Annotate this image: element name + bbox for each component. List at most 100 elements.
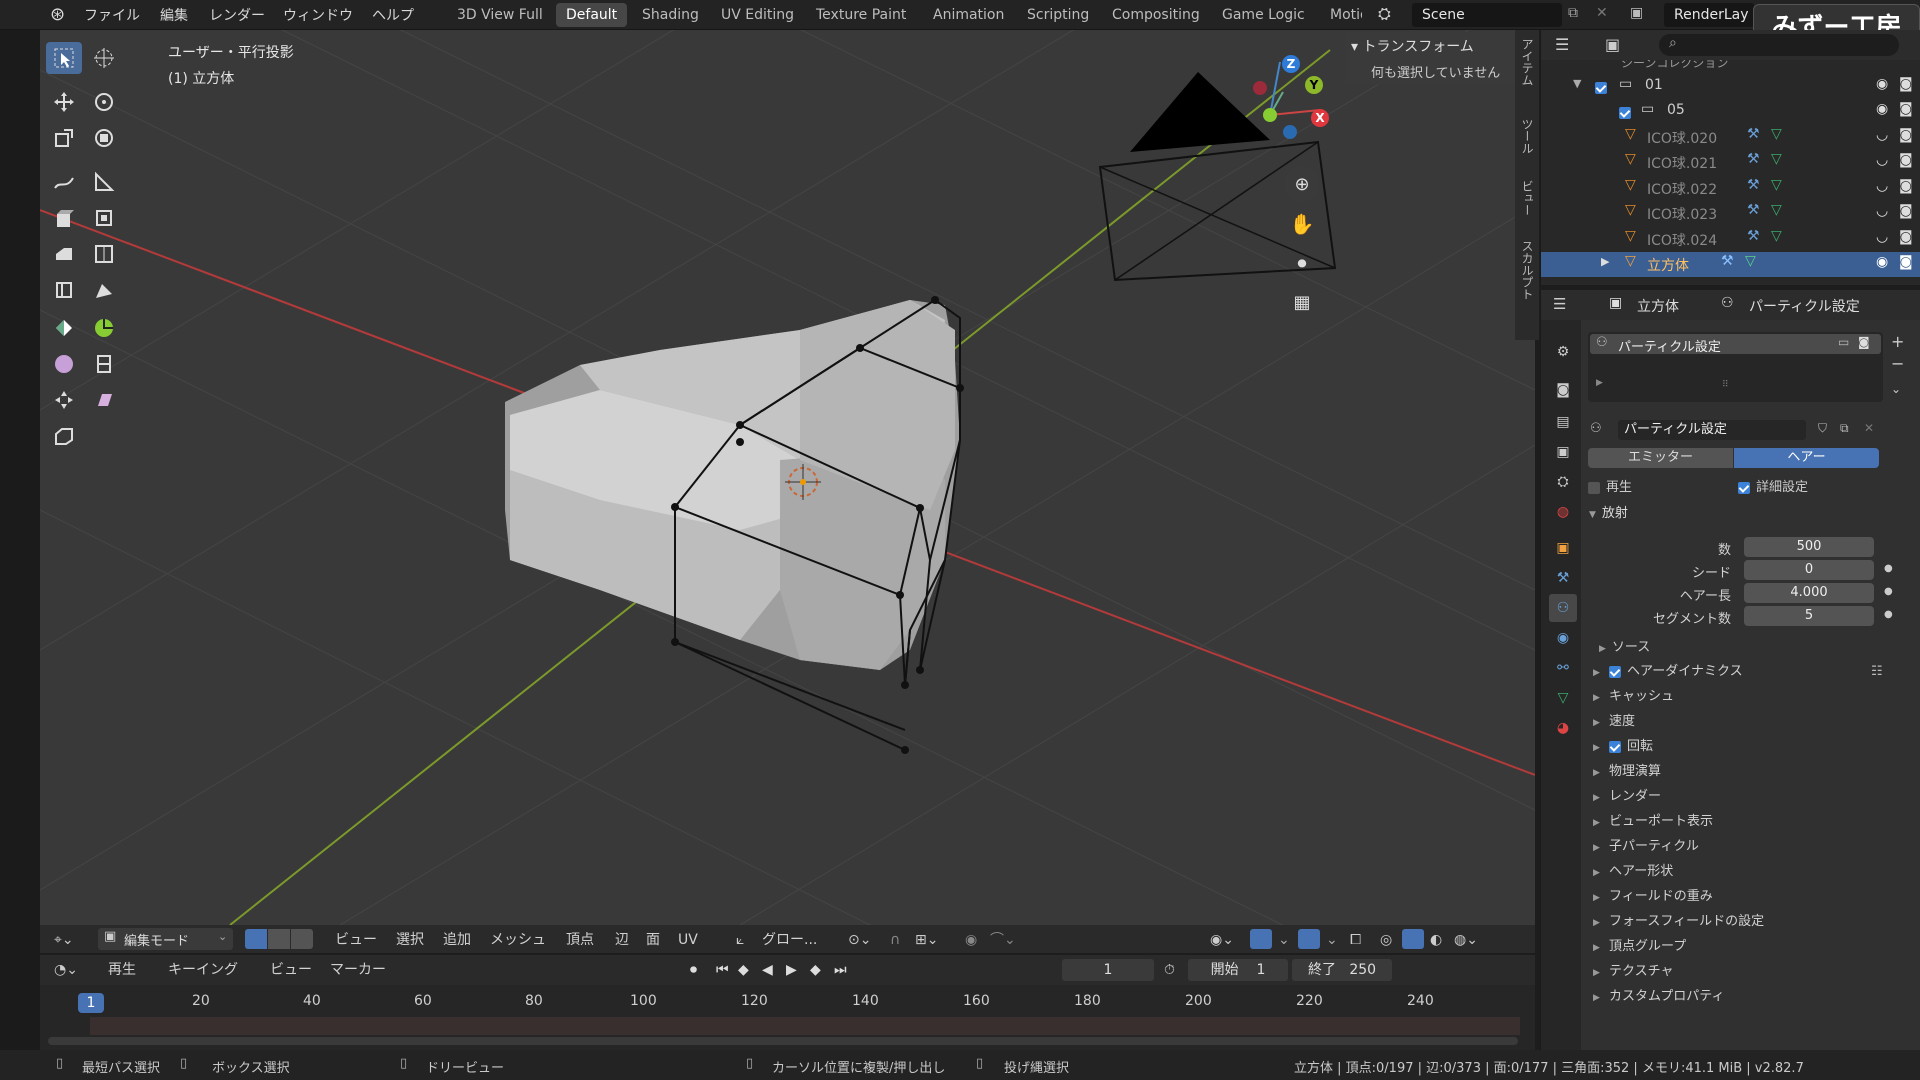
scene-selector[interactable]: Scene: [1412, 3, 1562, 27]
section-textures[interactable]: ▶ テクスチャ: [1581, 960, 1920, 984]
sidebar-tab-sculpt[interactable]: スカルプト: [1518, 240, 1536, 300]
source-subpanel-header[interactable]: ▶ ソース: [1599, 636, 1650, 655]
playhead-frame-badge[interactable]: 1: [78, 993, 104, 1013]
chevron-down-icon[interactable]: ⌄: [1278, 929, 1290, 951]
measure-tool-icon[interactable]: [86, 166, 122, 198]
outliner-row-mesh[interactable]: ▽ ICO球.022 ⚒ ▽ ◡ ◙: [1541, 176, 1920, 201]
modifier-wrench-icon[interactable]: ⚒: [1747, 151, 1760, 167]
3d-viewport[interactable]: ユーザー・平行投影 (1) 立方体 ▾ トランスフォーム 何も選択していません …: [40, 30, 1535, 925]
loop-cut-icon[interactable]: [46, 274, 82, 306]
render-camera-icon[interactable]: ◙: [1899, 229, 1913, 245]
workspace-tab-animation[interactable]: Animation: [923, 3, 1014, 27]
section-children[interactable]: ▶ 子パーティクル: [1581, 835, 1920, 859]
unlink-icon[interactable]: ✕: [1864, 421, 1874, 435]
edge-select-mode-icon[interactable]: [268, 929, 290, 949]
particles-tab-icon[interactable]: ⚇: [1549, 594, 1577, 622]
menu-add[interactable]: 追加: [443, 929, 471, 951]
gizmo-toggle-icon[interactable]: [1250, 929, 1272, 949]
workspace-tab-uv-editing[interactable]: UV Editing: [711, 3, 804, 27]
particle-slot-item[interactable]: ⚇ パーティクル設定 ▭ ◙: [1590, 334, 1881, 355]
spin-tool-icon[interactable]: [86, 312, 122, 344]
edge-slide-icon[interactable]: [86, 348, 122, 380]
menu-select[interactable]: 選択: [396, 929, 424, 951]
solid-shading-icon[interactable]: [1402, 929, 1424, 949]
add-cube-icon[interactable]: [46, 202, 82, 234]
render-camera-icon[interactable]: ◙: [1899, 152, 1913, 168]
animate-dot-icon[interactable]: ●: [1884, 586, 1893, 597]
menu-view[interactable]: ビュー: [335, 929, 377, 951]
hidden-eye-icon[interactable]: ◡: [1876, 203, 1888, 219]
section-cache[interactable]: ▶ キャッシュ: [1581, 685, 1920, 709]
workspace-tab-game-logic[interactable]: Game Logic: [1212, 3, 1315, 27]
physics-tab-icon[interactable]: ◉: [1549, 624, 1577, 652]
ortho-grid-icon[interactable]: ▦: [1284, 284, 1320, 320]
menu-keying[interactable]: キーイング: [168, 959, 238, 981]
count-field[interactable]: 500: [1744, 537, 1874, 557]
section-velocity[interactable]: ▶ 速度: [1581, 710, 1920, 734]
chevron-down-icon[interactable]: ⌄: [1326, 929, 1338, 951]
particle-datablock-selector[interactable]: ⚇ パーティクル設定 ⛉ ⧉ ✕: [1588, 420, 1913, 440]
modifier-tab-icon[interactable]: ⚒: [1549, 564, 1577, 592]
view-layer-selector[interactable]: RenderLay: [1664, 3, 1754, 27]
x-axis-handle[interactable]: X: [1311, 109, 1329, 127]
particle-datablock-name-field[interactable]: パーティクル設定: [1618, 420, 1806, 440]
modifier-wrench-icon[interactable]: ⚒: [1747, 202, 1760, 218]
bevel-icon[interactable]: [86, 238, 122, 270]
preview-range-clock-icon[interactable]: ⏱: [1164, 959, 1175, 981]
section-force-field-settings[interactable]: ▶ フォースフィールドの設定: [1581, 910, 1920, 934]
section-render[interactable]: ▶ レンダー: [1581, 785, 1920, 809]
breadcrumb-object[interactable]: 立方体: [1637, 296, 1679, 316]
view-layer-icon[interactable]: ▣: [1630, 5, 1643, 21]
render-camera-icon[interactable]: ◙: [1899, 254, 1913, 270]
view-layer-tab-icon[interactable]: ▣: [1549, 438, 1577, 466]
presets-list-icon[interactable]: ☷: [1871, 660, 1883, 684]
wireframe-shading-icon[interactable]: ◎: [1380, 929, 1392, 951]
section-field-weights[interactable]: ▶ フィールドの重み: [1581, 885, 1920, 909]
section-custom-properties[interactable]: ▶ カスタムプロパティ: [1581, 985, 1920, 1009]
timeline-editor-icon[interactable]: ◔⌄: [54, 959, 78, 981]
outliner-row-collection-01[interactable]: ▼ ▭ 01 ◉ ◙: [1541, 74, 1920, 99]
outliner-row-mesh[interactable]: ▽ ICO球.020 ⚒ ▽ ◡ ◙: [1541, 125, 1920, 150]
render-camera-icon[interactable]: ◙: [1899, 203, 1913, 219]
outliner-search-input[interactable]: ⌕: [1659, 34, 1899, 56]
type-emitter-button[interactable]: エミッター: [1588, 448, 1733, 468]
start-frame-field[interactable]: 開始 1: [1188, 959, 1288, 981]
menu-mesh[interactable]: メッシュ: [490, 929, 546, 951]
menu-edit[interactable]: 編集: [160, 5, 188, 25]
mesh-data-icon[interactable]: ▽: [1771, 177, 1782, 193]
section-physics[interactable]: ▶ 物理演算: [1581, 760, 1920, 784]
cube-mesh-object[interactable]: [505, 296, 964, 754]
next-keyframe-icon[interactable]: ◆: [810, 959, 821, 981]
menu-render[interactable]: レンダー: [209, 5, 265, 25]
duplicate-icon[interactable]: ⧉: [1840, 421, 1849, 436]
animate-dot-icon[interactable]: ●: [1884, 609, 1893, 620]
expand-arrow-icon[interactable]: ▼: [1573, 77, 1581, 90]
overlays-toggle-icon[interactable]: [1298, 929, 1320, 949]
transform-tool-icon[interactable]: [86, 122, 122, 154]
viewport-toggle-icon[interactable]: ▭: [1838, 335, 1849, 349]
menu-edge[interactable]: 辺: [615, 929, 629, 951]
emission-panel-header[interactable]: ▼ 放射: [1581, 502, 1920, 526]
fake-user-shield-icon[interactable]: ⛉: [1818, 421, 1827, 436]
add-slot-button[interactable]: +: [1891, 332, 1904, 351]
hidden-eye-icon[interactable]: ◡: [1876, 127, 1888, 143]
menu-playback[interactable]: 再生: [108, 959, 136, 981]
visibility-eye-icon[interactable]: ◉: [1876, 76, 1888, 92]
breadcrumb-particle-settings[interactable]: パーティクル設定: [1749, 296, 1860, 316]
editor-type-icon[interactable]: ☰: [1555, 35, 1569, 54]
hair-length-field[interactable]: 4.000: [1744, 583, 1874, 603]
render-toggle-icon[interactable]: ◙: [1858, 335, 1870, 349]
blender-logo-icon[interactable]: ⊛: [50, 4, 65, 25]
workspace-tab-3dview[interactable]: 3D View Full: [447, 3, 553, 27]
play-icon[interactable]: ▶: [786, 959, 797, 981]
sidebar-tab-view[interactable]: ビュー: [1518, 180, 1536, 216]
new-scene-icon[interactable]: ⧉: [1568, 5, 1578, 21]
advanced-checkbox[interactable]: 詳細設定: [1738, 476, 1808, 495]
cursor-tool-icon[interactable]: [86, 42, 122, 74]
world-tab-icon[interactable]: ◍: [1549, 498, 1577, 526]
mesh-data-icon[interactable]: ▽: [1771, 126, 1782, 142]
knife-tool-icon[interactable]: [86, 274, 122, 306]
prev-keyframe-icon[interactable]: ◆: [738, 959, 749, 981]
menu-uv[interactable]: UV: [678, 929, 698, 951]
object-tab-icon[interactable]: ▣: [1549, 534, 1577, 562]
